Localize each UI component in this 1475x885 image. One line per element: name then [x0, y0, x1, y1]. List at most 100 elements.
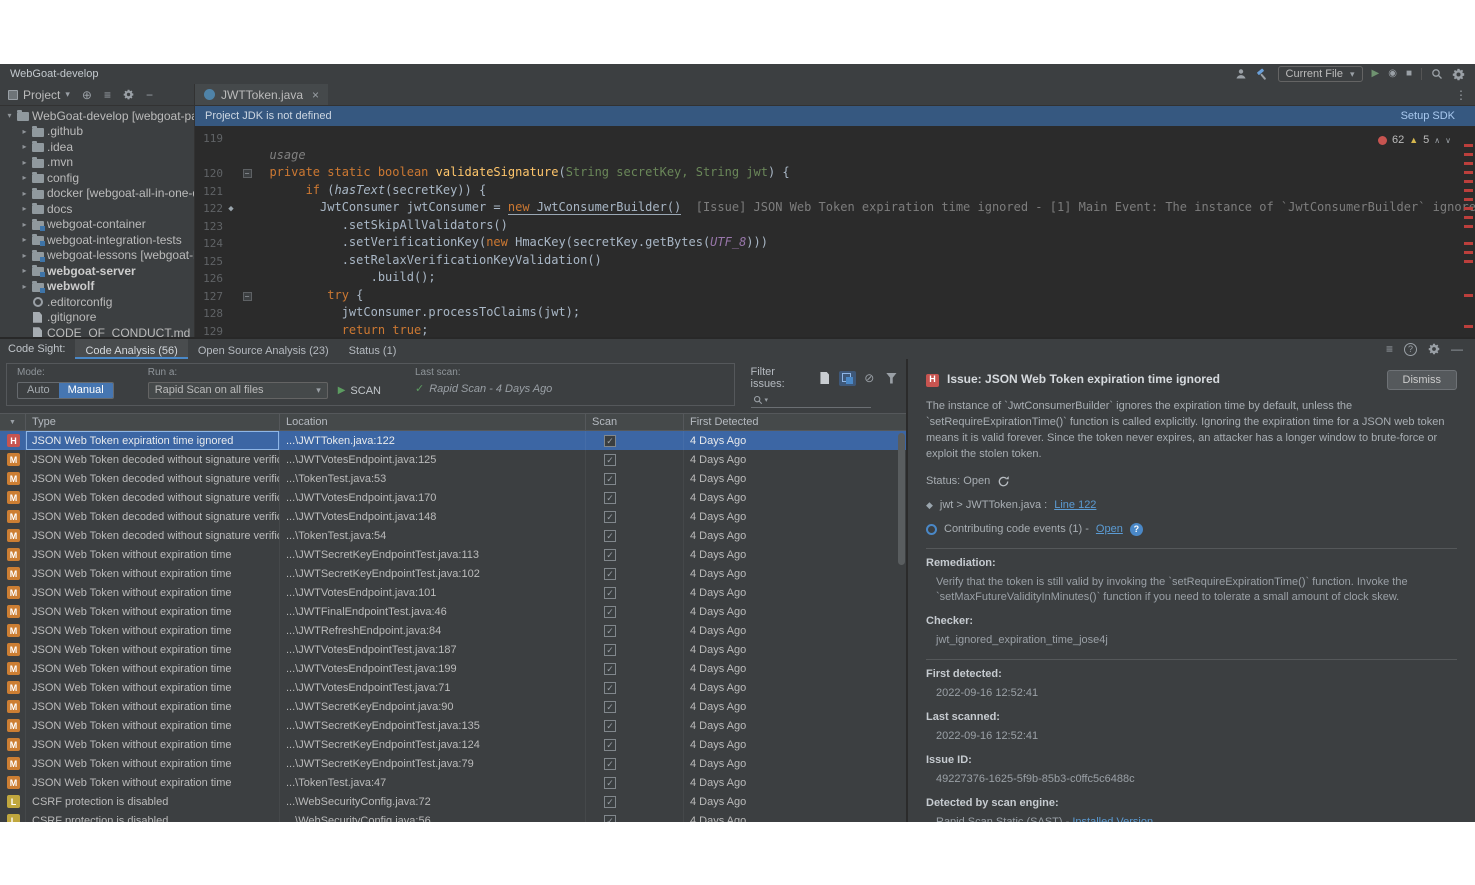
- error-stripe-mark[interactable]: [1464, 325, 1473, 328]
- scan-checkbox[interactable]: ✓: [604, 435, 616, 447]
- scan-button[interactable]: ▶ SCAN: [338, 385, 381, 397]
- col-header-scan[interactable]: Scan: [586, 414, 684, 430]
- scan-checkbox[interactable]: ✓: [604, 492, 616, 504]
- error-stripe-mark[interactable]: [1464, 242, 1473, 245]
- issue-row[interactable]: MJSON Web Token without expiration time.…: [0, 716, 906, 735]
- settings-gear-icon[interactable]: [1452, 68, 1465, 81]
- scan-checkbox[interactable]: ✓: [604, 720, 616, 732]
- view-options-icon[interactable]: ≡: [1386, 343, 1393, 355]
- error-stripe-mark[interactable]: [1464, 225, 1473, 228]
- inspections-widget[interactable]: 62 ▲ 5 ∧ ∨: [1374, 133, 1455, 147]
- issue-row[interactable]: LCSRF protection is disabled...\WebSecur…: [0, 811, 906, 822]
- sort-icon[interactable]: ▼: [0, 414, 26, 430]
- code-line[interactable]: 124 .setVerificationKey(new HmacKey(secr…: [195, 234, 1475, 252]
- scan-checkbox[interactable]: ✓: [604, 625, 616, 637]
- tree-item[interactable]: ▸docs: [0, 201, 194, 217]
- close-icon[interactable]: ×: [312, 88, 319, 102]
- col-header-first-detected[interactable]: First Detected: [684, 414, 906, 430]
- issue-row[interactable]: MJSON Web Token without expiration time.…: [0, 735, 906, 754]
- code-line[interactable]: 121 if (hasText(secretKey)) {: [195, 182, 1475, 200]
- error-stripe-mark[interactable]: [1464, 216, 1473, 219]
- tree-item[interactable]: ▸docker [webgoat-all-in-one-docker]: [0, 186, 194, 202]
- tree-settings-gear-icon[interactable]: [123, 89, 134, 100]
- scan-checkbox[interactable]: ✓: [604, 682, 616, 694]
- project-tool-window-select[interactable]: Project ▾: [8, 88, 70, 102]
- error-stripe-mark[interactable]: [1464, 189, 1473, 192]
- scan-checkbox[interactable]: ✓: [604, 644, 616, 656]
- code-line[interactable]: 126 .build();: [195, 269, 1475, 287]
- scan-checkbox[interactable]: ✓: [604, 796, 616, 808]
- scan-checkbox[interactable]: ✓: [604, 606, 616, 618]
- error-stripe-mark[interactable]: [1464, 198, 1473, 201]
- code-line[interactable]: 129 return true;: [195, 322, 1475, 338]
- tree-item[interactable]: ▾WebGoat-develop [webgoat-parent]: [0, 108, 194, 124]
- tree-item[interactable]: CODE_OF_CONDUCT.md: [0, 325, 194, 337]
- issue-row[interactable]: MJSON Web Token without expiration time.…: [0, 678, 906, 697]
- search-icon[interactable]: [1431, 68, 1443, 80]
- col-header-type[interactable]: Type: [26, 414, 280, 430]
- funnel-filter-icon[interactable]: [883, 371, 900, 386]
- prev-issue-icon[interactable]: ∧: [1434, 136, 1440, 145]
- issue-row[interactable]: MJSON Web Token without expiration time.…: [0, 564, 906, 583]
- error-stripe-mark[interactable]: [1464, 171, 1473, 174]
- tree-item[interactable]: .editorconfig: [0, 294, 194, 310]
- scan-checkbox[interactable]: ✓: [604, 454, 616, 466]
- code-line[interactable]: 119: [195, 129, 1475, 147]
- code-line[interactable]: 123 .setSkipAllValidators(): [195, 217, 1475, 235]
- more-options-icon[interactable]: ⋮: [1447, 84, 1475, 105]
- issue-row[interactable]: MJSON Web Token without expiration time.…: [0, 640, 906, 659]
- build-hammer-icon[interactable]: [1256, 68, 1269, 81]
- issue-row[interactable]: MJSON Web Token without expiration time.…: [0, 697, 906, 716]
- scan-checkbox[interactable]: ✓: [604, 587, 616, 599]
- locate-file-icon[interactable]: ⊕: [82, 89, 92, 101]
- run-config-select[interactable]: Current File ▾: [1278, 66, 1363, 82]
- scan-checkbox[interactable]: ✓: [604, 568, 616, 580]
- fold-icon[interactable]: −: [243, 292, 252, 301]
- tree-item[interactable]: ▸webwolf: [0, 279, 194, 295]
- error-stripe-mark[interactable]: [1464, 251, 1473, 254]
- fold-icon[interactable]: −: [243, 169, 252, 178]
- minimize-panel-icon[interactable]: —: [1451, 343, 1463, 355]
- code-line[interactable]: 122◆ JwtConsumer jwtConsumer = new JwtCo…: [195, 199, 1475, 217]
- tree-item[interactable]: ▸webgoat-lessons [webgoat-lessons]: [0, 248, 194, 264]
- editor-tab-jwttoken[interactable]: JWTToken.java ×: [195, 84, 328, 105]
- code-line[interactable]: 125 .setRelaxVerificationKeyValidation(): [195, 252, 1475, 270]
- error-stripe-mark[interactable]: [1464, 294, 1473, 297]
- run-icon[interactable]: ▶: [1372, 69, 1380, 79]
- exclude-issues-icon[interactable]: ⊘: [861, 371, 878, 386]
- scan-checkbox[interactable]: ✓: [604, 549, 616, 561]
- tree-item[interactable]: ▸webgoat-integration-tests: [0, 232, 194, 248]
- search-issues-input[interactable]: ▾: [751, 395, 871, 408]
- issue-row[interactable]: MJSON Web Token without expiration time.…: [0, 545, 906, 564]
- code-line[interactable]: 127− try {: [195, 287, 1475, 305]
- tree-item[interactable]: ▸webgoat-server: [0, 263, 194, 279]
- issue-row[interactable]: MJSON Web Token decoded without signatur…: [0, 469, 906, 488]
- code-line[interactable]: 120− private static boolean validateSign…: [195, 164, 1475, 182]
- user-profile-icon[interactable]: [1235, 68, 1247, 80]
- error-stripe-mark[interactable]: [1464, 144, 1473, 147]
- tree-item[interactable]: .gitignore: [0, 310, 194, 326]
- scan-checkbox[interactable]: ✓: [604, 815, 616, 823]
- code-line[interactable]: 128 jwtConsumer.processToClaims(jwt);: [195, 304, 1475, 322]
- issue-row[interactable]: MJSON Web Token without expiration time.…: [0, 583, 906, 602]
- scan-checkbox[interactable]: ✓: [604, 777, 616, 789]
- bottom-tab[interactable]: Status (1): [339, 339, 407, 359]
- line-link[interactable]: Line 122: [1054, 498, 1096, 514]
- scan-checkbox[interactable]: ✓: [604, 758, 616, 770]
- next-issue-icon[interactable]: ∨: [1445, 136, 1451, 145]
- issue-row[interactable]: MJSON Web Token decoded without signatur…: [0, 526, 906, 545]
- hide-panel-icon[interactable]: −: [146, 89, 153, 101]
- scan-checkbox[interactable]: ✓: [604, 473, 616, 485]
- error-stripe-mark[interactable]: [1464, 180, 1473, 183]
- issue-row[interactable]: MJSON Web Token without expiration time.…: [0, 773, 906, 792]
- issue-row[interactable]: MJSON Web Token decoded without signatur…: [0, 450, 906, 469]
- issue-row[interactable]: LCSRF protection is disabled...\WebSecur…: [0, 792, 906, 811]
- events-open-link[interactable]: Open: [1096, 522, 1123, 538]
- stop-icon[interactable]: ■: [1406, 69, 1412, 79]
- events-help-icon[interactable]: ?: [1130, 523, 1143, 536]
- bottom-tab[interactable]: Open Source Analysis (23): [188, 339, 339, 359]
- scan-checkbox[interactable]: ✓: [604, 739, 616, 751]
- issue-row[interactable]: HJSON Web Token expiration time ignored.…: [0, 431, 906, 450]
- tree-item[interactable]: ▸.idea: [0, 139, 194, 155]
- mode-manual-option[interactable]: Manual: [59, 383, 113, 398]
